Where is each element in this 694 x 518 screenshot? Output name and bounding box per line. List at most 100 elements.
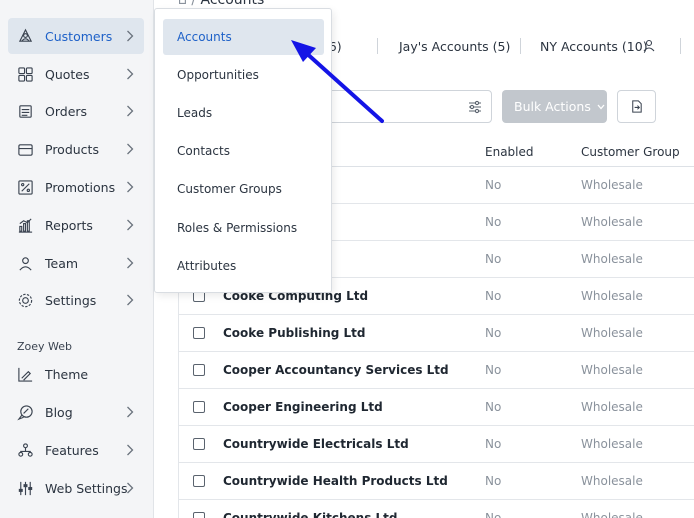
account-name-link[interactable]: Countrywide Kitchens Ltd [223,511,398,518]
reports-icon [16,216,34,234]
blog-icon [16,403,34,421]
sidebar-item-blog[interactable]: Blog [8,394,144,430]
enabled-value: No [485,437,502,451]
tab-divider [377,38,378,54]
sidebar-item-team[interactable]: Team [8,245,144,281]
enabled-value: No [485,178,502,192]
team-icon [16,254,34,272]
sidebar-item-promotions[interactable]: Promotions [8,169,144,205]
chevron-right-icon [127,482,134,494]
submenu-item-leads[interactable]: Leads [163,95,324,131]
features-icon [16,441,34,459]
customer-group-value: Wholesale [581,289,643,303]
row-checkbox[interactable] [193,512,205,518]
tab-ny-accounts[interactable]: NY Accounts (10) [540,39,648,54]
submenu-item-accounts[interactable]: Accounts [163,19,324,55]
column-header-customer-group[interactable]: Customer Group [581,145,680,159]
account-name-link[interactable]: Cooper Engineering Ltd [223,400,383,414]
account-name-link[interactable]: Countrywide Electricals Ltd [223,437,409,451]
quotes-icon [16,65,34,83]
enabled-value: No [485,511,502,518]
chevron-right-icon [127,257,134,269]
enabled-value: No [485,289,502,303]
chevron-right-icon [127,444,134,456]
column-header-enabled[interactable]: Enabled [485,145,534,159]
customer-group-value: Wholesale [581,474,643,488]
customer-group-value: Wholesale [581,326,643,340]
home-icon[interactable]: ⌂ [178,0,187,8]
sidebar-item-web-settings[interactable]: Web Settings [8,470,144,506]
account-name-link[interactable]: Cooke Publishing Ltd [223,326,366,340]
sidebar-item-label: Reports [45,217,93,233]
sidebar-item-label: Products [45,141,99,157]
sidebar-item-label: Web Settings [45,480,128,496]
bulk-actions-button[interactable]: Bulk Actions [502,90,607,123]
sidebar: Customers Quotes Orders Products Promoti… [0,0,154,518]
promotions-icon [16,178,34,196]
filter-icon[interactable] [467,99,483,115]
enabled-value: No [485,363,502,377]
tab-divider [520,38,521,54]
sidebar-item-products[interactable]: Products [8,131,144,167]
page-title: Accounts [200,0,265,8]
sidebar-item-quotes[interactable]: Quotes [8,56,144,92]
sidebar-item-label: Customers [45,28,113,44]
table-row[interactable]: Countrywide Electricals Ltd No Wholesale [178,426,694,463]
chevron-right-icon [127,143,134,155]
row-checkbox[interactable] [193,475,205,487]
sidebar-item-orders[interactable]: Orders [8,93,144,129]
sidebar-item-features[interactable]: Features [8,432,144,468]
sidebar-item-customers[interactable]: Customers [8,18,144,54]
customer-group-value: Wholesale [581,252,643,266]
sidebar-item-label: Blog [45,404,73,420]
sidebar-item-label: Theme [45,366,89,382]
submenu-item-attributes[interactable]: Attributes [163,248,324,284]
sidebar-item-label: Quotes [45,66,90,82]
theme-icon [16,365,34,383]
row-checkbox[interactable] [193,401,205,413]
chevron-right-icon [127,406,134,418]
chevron-right-icon [127,181,134,193]
row-checkbox[interactable] [193,364,205,376]
tab-jays-accounts[interactable]: Jay's Accounts (5) [399,39,510,54]
sidebar-item-reports[interactable]: Reports [8,207,144,243]
chevron-right-icon [127,68,134,80]
submenu-item-roles-permissions[interactable]: Roles & Permissions [163,210,324,246]
submenu-item-customer-groups[interactable]: Customer Groups [163,171,324,207]
orders-icon [16,102,34,120]
customer-group-value: Wholesale [581,400,643,414]
enabled-value: No [485,326,502,340]
enabled-value: No [485,215,502,229]
export-button[interactable] [617,90,656,123]
row-checkbox[interactable] [193,438,205,450]
enabled-value: No [485,474,502,488]
sidebar-item-label: Promotions [45,179,116,195]
chevron-right-icon [127,219,134,231]
account-name-link[interactable]: Cooper Accountancy Services Ltd [223,363,449,377]
table-row[interactable]: Countrywide Kitchens Ltd No Wholesale [178,500,694,518]
table-row[interactable]: Cooper Engineering Ltd No Wholesale [178,389,694,426]
table-row[interactable]: Cooke Publishing Ltd No Wholesale [178,315,694,352]
export-icon [632,100,642,113]
row-checkbox[interactable] [193,327,205,339]
chevron-down-icon [597,104,605,109]
sidebar-item-theme[interactable]: Theme [8,356,144,392]
web-settings-icon [16,479,34,497]
submenu-item-opportunities[interactable]: Opportunities [163,57,324,93]
customers-icon [16,27,34,45]
enabled-value: No [485,400,502,414]
chevron-right-icon [127,30,134,42]
team-icon [643,39,655,52]
customer-group-value: Wholesale [581,511,643,518]
customers-submenu: Accounts Opportunities Leads Contacts Cu… [154,8,332,293]
submenu-item-contacts[interactable]: Contacts [163,133,324,169]
sidebar-item-settings[interactable]: Settings [8,282,144,318]
bulk-actions-label: Bulk Actions [514,99,591,114]
table-row[interactable]: Countrywide Health Products Ltd No Wholesa… [178,463,694,500]
customer-group-value: Wholesale [581,178,643,192]
table-row[interactable]: Cooper Accountancy Services Ltd No Wholesa… [178,352,694,389]
account-name-link[interactable]: Countrywide Health Products Ltd [223,474,448,488]
sidebar-item-label: Features [45,442,99,458]
breadcrumb: ⌂ / Accounts [178,0,264,8]
settings-icon [16,291,34,309]
